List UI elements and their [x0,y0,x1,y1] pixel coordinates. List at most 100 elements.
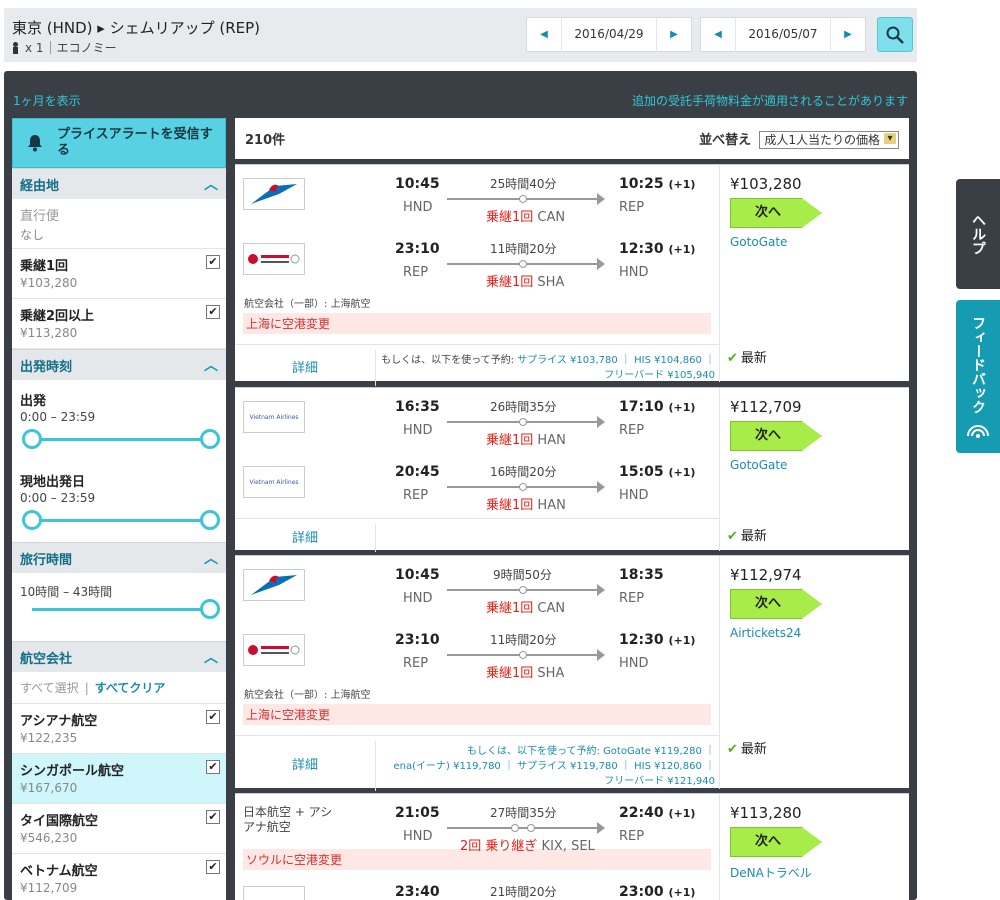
chevron-up-icon[interactable]: ︿ [204,355,218,375]
agent-link[interactable]: DeNAトラベル [730,864,812,881]
card-footer: 詳細 もしくは、以下を使って予約: サプライス ¥103,780 ｜ HIS ¥… [235,344,719,386]
alt-provider-link[interactable]: フリーバード ¥121,940 [604,776,715,787]
stops-option-two-plus[interactable]: 乗継2回以上 ¥113,280 ✔ [12,299,226,349]
search-button[interactable] [877,17,913,52]
depart-time: 10:45 [395,567,440,583]
depart-date-picker[interactable]: ◀ 2016/04/29 ▶ [526,17,692,52]
next-button[interactable]: 次へ [730,198,822,228]
return-time-slider: 現地出発日 0:00 – 23:59 [12,461,226,542]
outbound-leg: Vietnam Airlines 16:35 HND 26時間35分 乗継1回 … [235,388,719,453]
depart-time: 23:10 [395,632,440,648]
departure-filter-title: 出発時刻 [20,359,73,375]
agent-link[interactable]: Airtickets24 [730,626,801,640]
agent-link[interactable]: GotoGate [730,235,787,249]
return-leg: 23:10 REP 11時間20分 乗継1回 SHA 12:30 (+1) HN… [235,230,719,295]
clear-all-link[interactable]: すべてクリア [95,679,166,696]
checkbox[interactable]: ✔ [206,710,220,724]
airline-option[interactable]: アシアナ航空 ¥122,235 ✔ [12,704,226,754]
operated-by: 航空会社（一部）: 上海航空 [244,299,371,310]
passenger-count: x 1 [25,40,44,55]
depart-date[interactable]: 2016/04/29 [561,18,657,51]
checkbox[interactable]: ✔ [206,255,220,269]
details-link[interactable]: 詳細 [292,754,318,773]
duration-filter-header[interactable]: 旅行時間 ︿ [12,542,226,573]
airline-filter-header[interactable]: 航空会社 ︿ [12,641,226,672]
next-button[interactable]: 次へ [730,589,822,619]
slider-max-handle[interactable] [200,429,220,449]
return-prev-day-icon[interactable]: ◀ [701,29,735,40]
arrive-airport: REP [619,423,645,438]
alt-provider-links[interactable]: ena(イーナ) ¥119,780 ｜ サプライス ¥119,780 ｜ HIS… [393,761,715,772]
baggage-notice-link[interactable]: 追加の受託手荷物料金が適用されることがあります [632,92,908,109]
airline-select-row: すべて選択 | すべてクリア [12,672,226,704]
feedback-tab[interactable]: フィードバック [956,300,1000,453]
slider-label: 現地出発日 [20,475,86,490]
newest-badge: 最新 [727,347,767,366]
slider-max-handle[interactable] [200,599,220,619]
sort-select[interactable]: 成人1人当たりの価格 [759,131,899,149]
price: ¥103,280 [730,175,802,193]
return-date[interactable]: 2016/05/07 [735,18,831,51]
stops-filter-header[interactable]: 経由地 ︿ [12,168,226,199]
stops-option-one[interactable]: 乗継1回 ¥103,280 ✔ [12,249,226,299]
next-button[interactable]: 次へ [730,827,822,857]
slider-range: 0:00 – 23:59 [20,491,96,505]
details-link[interactable]: 詳細 [292,527,318,546]
depart-airport: REP [403,265,429,280]
option-price: なし [20,228,45,242]
select-all-link[interactable]: すべて選択 [20,679,79,696]
checkbox[interactable]: ✔ [206,305,220,319]
departure-filter-header[interactable]: 出発時刻 ︿ [12,349,226,380]
chevron-up-icon[interactable]: ︿ [204,647,218,667]
slider-track[interactable] [32,519,212,522]
flight-duration: 21時間20分 [490,885,557,899]
alt-provider-links[interactable]: もしくは、以下を使って予約: GotoGate ¥119,280 ｜ [467,746,715,757]
arrive-airport: HND [619,265,649,280]
itinerary: 日本航空 + アシアナ航空 21:05 HND 27時間35分 2回 乗り継ぎ … [235,794,720,900]
result-card: 10:45 HND 9時間50分 乗継1回 CAN 18:35 REP 23:1… [235,555,909,791]
slider-range: 0:00 – 23:59 [20,410,96,424]
slider-max-handle[interactable] [200,510,220,530]
checkbox[interactable]: ✔ [206,860,220,874]
alt-provider-links[interactable]: サプライス ¥103,780 ｜ HIS ¥104,860 ｜ [517,355,715,366]
route-line [447,481,605,493]
divider [49,41,51,54]
price-alert-button[interactable]: プライスアラートを受信する [12,118,226,168]
airline-logo-icon [251,184,297,204]
month-view-link[interactable]: 1ヶ月を表示 [13,92,81,109]
depart-next-day-icon[interactable]: ▶ [657,29,691,40]
depart-prev-day-icon[interactable]: ◀ [527,29,561,40]
result-count: 210件 [245,133,286,148]
airline-option[interactable]: シンガポール航空 ¥167,670 ✔ [12,754,226,804]
stop-info: 乗継1回 CAN [486,601,566,616]
arrive-airport: REP [619,591,645,606]
help-tab[interactable]: ヘルプ [956,179,1000,289]
option-name: タイ国際航空 [20,814,99,829]
option-price: ¥167,670 [20,781,78,795]
chevron-up-icon[interactable]: ︿ [204,548,218,568]
airline-names: 日本航空 + アシアナ航空 [243,805,333,834]
return-next-day-icon[interactable]: ▶ [831,29,865,40]
depart-airport: HND [403,829,433,844]
airline-option[interactable]: ベトナム航空 ¥112,709 ✔ [12,854,226,900]
agent-link[interactable]: GotoGate [730,458,787,472]
airline-logo-icon [251,575,297,595]
slider-track[interactable] [32,438,212,441]
result-card: Vietnam Airlines 16:35 HND 26時間35分 乗継1回 … [235,387,909,552]
slider-track[interactable] [32,608,212,611]
chevron-up-icon[interactable]: ︿ [204,174,218,194]
return-date-picker[interactable]: ◀ 2016/05/07 ▶ [700,17,866,52]
slider-min-handle[interactable] [22,429,42,449]
slider-min-handle[interactable] [22,510,42,530]
alt-provider-link[interactable]: フリーバード ¥105,940 [604,370,715,381]
checkbox[interactable]: ✔ [206,760,220,774]
route-line [447,258,605,270]
airline-logo-icon [248,645,300,655]
next-button[interactable]: 次へ [730,421,822,451]
result-card: 10:45 HND 25時間40分 乗継1回 CAN 10:25 (+1) RE… [235,164,909,386]
details-link[interactable]: 詳細 [292,357,318,376]
airline-option[interactable]: タイ国際航空 ¥546,230 ✔ [12,804,226,854]
outbound-leg: 日本航空 + アシアナ航空 21:05 HND 27時間35分 2回 乗り継ぎ … [235,794,719,859]
checkbox[interactable]: ✔ [206,810,220,824]
arrive-time: 22:40 (+1) [619,805,696,821]
